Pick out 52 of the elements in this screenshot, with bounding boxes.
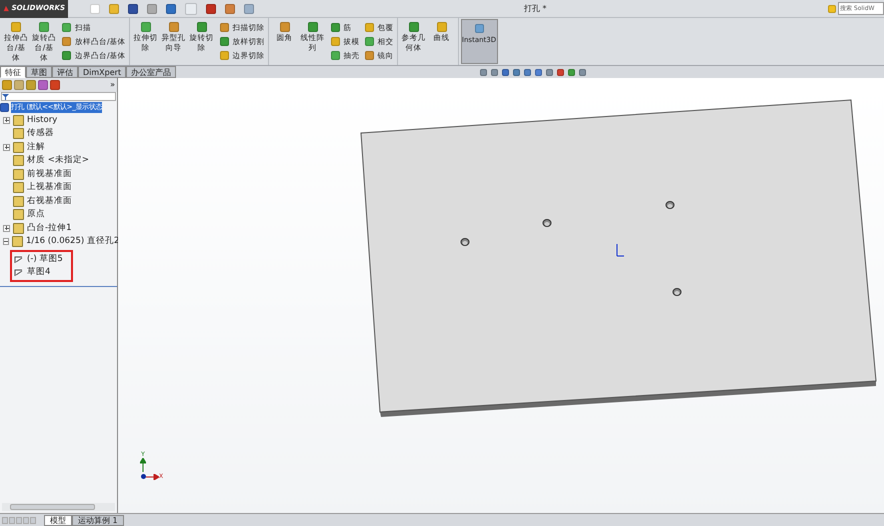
feature-icon — [408, 22, 419, 32]
command-tab[interactable]: 草图 — [26, 66, 52, 78]
horizontal-scrollbar[interactable] — [2, 503, 115, 511]
tree-item[interactable]: 右视基准面 — [27, 194, 72, 208]
tree-item[interactable]: (-) 草图5 — [27, 252, 63, 266]
expand-toggle[interactable] — [3, 144, 10, 151]
feature-icon — [436, 22, 447, 32]
feature-icon — [168, 22, 179, 32]
command-tab[interactable]: 评估 — [52, 66, 78, 78]
tree-item[interactable]: 上视基准面 — [27, 181, 72, 194]
expand-panel-button[interactable]: » — [110, 79, 115, 91]
expand-toggle[interactable] — [3, 116, 10, 124]
sketch-icon — [14, 254, 24, 264]
feature-icon — [13, 168, 24, 180]
sketch-icon — [14, 268, 24, 276]
tree-item[interactable]: History — [27, 114, 58, 127]
feature-icon — [308, 22, 318, 32]
feature-icon — [13, 222, 24, 234]
tree-item[interactable]: 草图4 — [27, 266, 50, 278]
command-tab[interactable]: 办公室产品 — [126, 66, 176, 78]
feature-icon — [13, 114, 24, 126]
feature-icon — [11, 22, 21, 32]
feature-icon — [13, 142, 24, 153]
x-axis-arrow — [146, 474, 159, 480]
part-icon — [0, 102, 9, 112]
feature-icon — [12, 236, 23, 248]
model-tab[interactable]: 运动算例 1 — [72, 514, 124, 526]
tree-item[interactable]: 前视基准面 — [27, 168, 72, 181]
tree-item[interactable]: 注解 — [27, 140, 45, 154]
feature-icon — [13, 155, 24, 166]
y-axis-arrow — [140, 458, 146, 472]
feature-icon — [13, 196, 24, 207]
feature-icon — [140, 22, 151, 32]
feature-icon — [280, 22, 290, 32]
command-tab[interactable]: 特征 — [0, 66, 26, 78]
logo-icon — [3, 4, 10, 13]
tree-item[interactable]: 原点 — [27, 208, 45, 222]
feature-icon — [13, 209, 24, 220]
document-title: 打孔 * — [524, 2, 547, 14]
feature-icon — [474, 24, 484, 33]
tree-item[interactable]: 传感器 — [27, 127, 54, 140]
collapse-toggle[interactable] — [3, 238, 9, 246]
model-tab[interactable]: 模型 — [44, 514, 72, 526]
feature-icon — [196, 22, 207, 32]
tree-item[interactable]: 材质 <未指定> — [27, 154, 89, 168]
feature-icon — [13, 128, 24, 140]
feature-icon — [13, 182, 24, 194]
tree-item[interactable]: 凸台-拉伸1 — [27, 222, 72, 235]
expand-toggle[interactable] — [3, 224, 10, 232]
command-tab[interactable]: DimXpert — [78, 66, 126, 78]
origin-icon — [616, 244, 624, 256]
feature-icon — [39, 22, 49, 32]
